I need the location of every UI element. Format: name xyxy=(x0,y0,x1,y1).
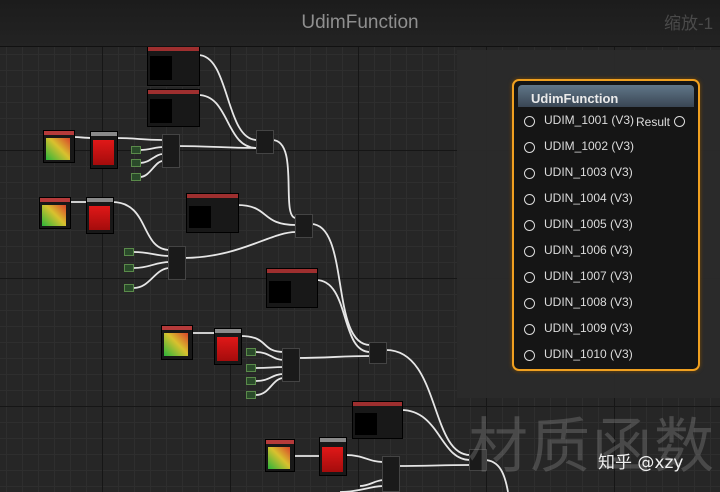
lerp-node[interactable] xyxy=(256,130,274,154)
texcoord-node[interactable] xyxy=(161,325,193,360)
texture-preview xyxy=(355,413,377,435)
input-pin[interactable] xyxy=(524,298,535,309)
texture-param-node[interactable] xyxy=(147,46,200,86)
input-row-6: UDIN_1006 (V3) xyxy=(514,242,694,262)
input-label: UDIN_1006 (V3) xyxy=(544,243,633,257)
input-label: UDIM_1002 (V3) xyxy=(544,139,635,153)
texture-preview xyxy=(150,99,172,123)
result-output-pin[interactable] xyxy=(674,116,685,127)
scalar-node[interactable] xyxy=(124,284,134,292)
color-constant-node[interactable] xyxy=(214,328,242,365)
color-constant-node[interactable] xyxy=(90,131,118,169)
input-label: UDIN_1008 (V3) xyxy=(544,295,633,309)
append-node[interactable] xyxy=(162,134,180,168)
scalar-node[interactable] xyxy=(131,173,141,181)
input-label: UDIN_1010 (V3) xyxy=(544,347,633,361)
gradient-preview xyxy=(46,138,70,160)
input-row-5: UDIN_1005 (V3) xyxy=(514,216,694,236)
input-label: UDIM_1001 (V3) xyxy=(544,113,635,127)
scalar-node[interactable] xyxy=(246,391,256,399)
input-label: UDIN_1003 (V3) xyxy=(544,165,633,179)
input-row-3: UDIN_1003 (V3) xyxy=(514,164,694,184)
scalar-node[interactable] xyxy=(131,146,141,154)
input-row-2: UDIM_1002 (V3) xyxy=(514,138,694,158)
input-label: UDIN_1009 (V3) xyxy=(544,321,633,335)
input-pin[interactable] xyxy=(524,272,535,283)
texture-param-node[interactable] xyxy=(352,401,403,439)
color-preview xyxy=(89,206,110,230)
texture-param-node[interactable] xyxy=(266,268,318,308)
texcoord-node[interactable] xyxy=(43,130,75,163)
scalar-node[interactable] xyxy=(131,159,141,167)
color-constant-node[interactable] xyxy=(86,197,114,234)
texture-preview xyxy=(269,281,291,303)
texcoord-node[interactable] xyxy=(39,197,71,229)
input-pin[interactable] xyxy=(524,142,535,153)
input-pin[interactable] xyxy=(524,324,535,335)
result-output-label: Result xyxy=(636,115,671,129)
gradient-preview xyxy=(164,333,188,356)
append-node[interactable] xyxy=(382,456,400,492)
udim-node-title: UdimFunction xyxy=(531,91,619,106)
input-row-9: UDIN_1009 (V3) xyxy=(514,320,694,340)
input-row-10: UDIN_1010 (V3) xyxy=(514,346,694,366)
input-row-4: UDIN_1004 (V3) xyxy=(514,190,694,210)
scalar-node[interactable] xyxy=(124,264,134,272)
graph-title-bar: UdimFunction 缩放-1 xyxy=(0,0,720,47)
append-node[interactable] xyxy=(168,246,186,280)
gradient-preview xyxy=(268,447,290,469)
lerp-node[interactable] xyxy=(295,214,313,238)
input-pin[interactable] xyxy=(524,350,535,361)
gradient-preview xyxy=(42,205,66,226)
input-label: UDIN_1007 (V3) xyxy=(544,269,633,283)
texture-param-node[interactable] xyxy=(186,193,239,233)
scalar-node[interactable] xyxy=(124,248,134,256)
texture-param-node[interactable] xyxy=(147,89,200,127)
udim-function-output-node[interactable]: UdimFunction Result UDIM_1001 (V3) UDIM_… xyxy=(512,79,700,371)
color-preview xyxy=(322,447,343,472)
color-constant-node[interactable] xyxy=(319,437,347,476)
input-label: UDIN_1004 (V3) xyxy=(544,191,633,205)
input-row-8: UDIN_1008 (V3) xyxy=(514,294,694,314)
zoom-label: 缩放-1 xyxy=(664,14,714,33)
scalar-node[interactable] xyxy=(246,348,256,356)
color-preview xyxy=(93,140,114,165)
append-node[interactable] xyxy=(282,348,300,382)
input-label: UDIN_1005 (V3) xyxy=(544,217,633,231)
input-pin[interactable] xyxy=(524,194,535,205)
texcoord-node[interactable] xyxy=(265,439,295,472)
input-pin[interactable] xyxy=(524,246,535,257)
input-pin[interactable] xyxy=(524,220,535,231)
graph-title: UdimFunction xyxy=(301,12,419,33)
texture-preview xyxy=(189,206,211,228)
watermark-credit: 知乎 @xzy xyxy=(598,453,684,473)
scalar-node[interactable] xyxy=(246,377,256,385)
scalar-node[interactable] xyxy=(246,364,256,372)
texture-preview xyxy=(150,56,172,80)
color-preview xyxy=(217,337,238,361)
input-pin[interactable] xyxy=(524,116,535,127)
input-row-7: UDIN_1007 (V3) xyxy=(514,268,694,288)
udim-node-header[interactable]: UdimFunction xyxy=(518,85,694,107)
input-row-1: UDIM_1001 (V3) xyxy=(514,112,634,132)
lerp-node[interactable] xyxy=(369,342,387,364)
input-pin[interactable] xyxy=(524,168,535,179)
